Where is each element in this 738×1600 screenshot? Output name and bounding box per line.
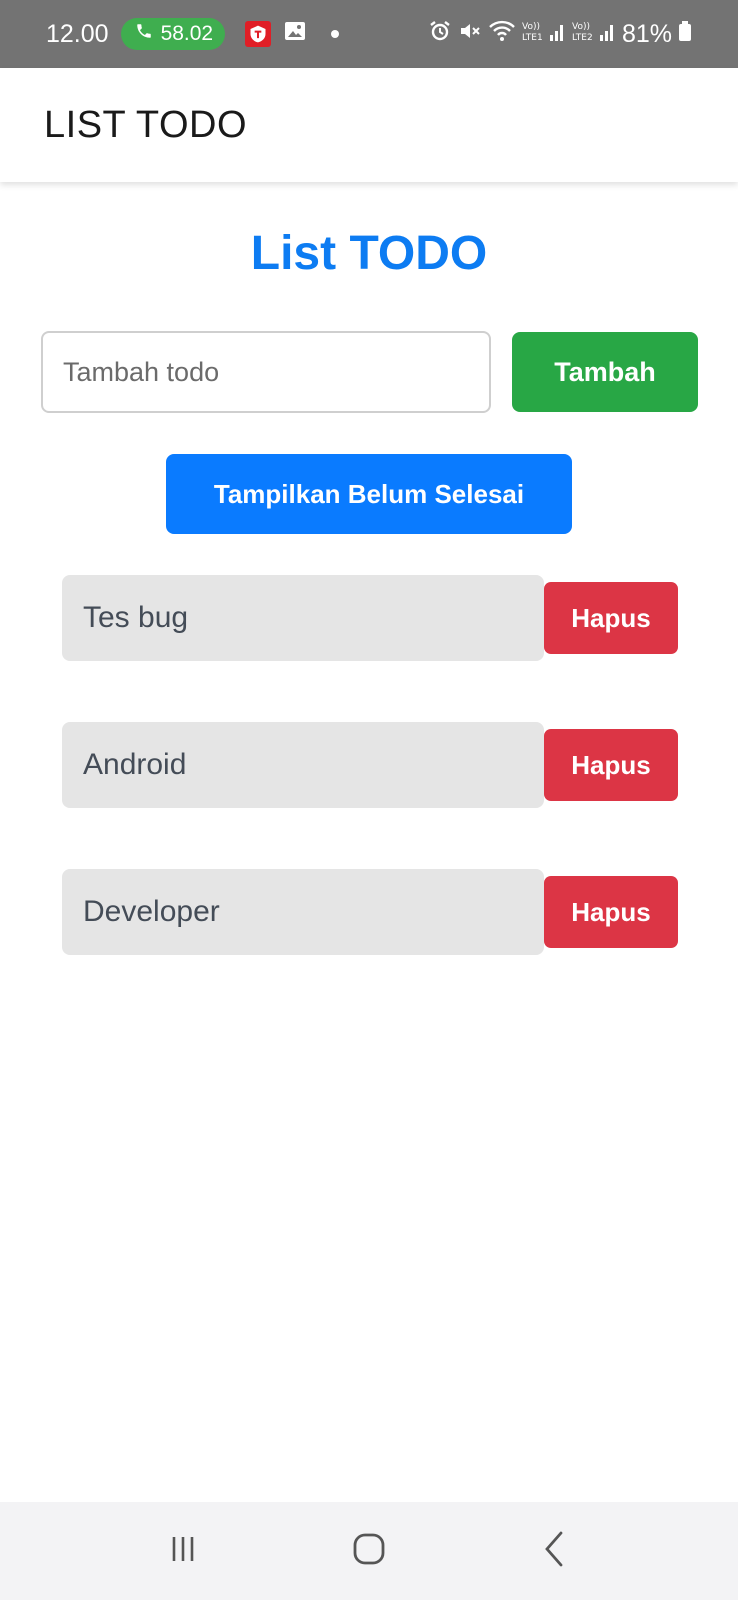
system-nav-bar <box>0 1502 738 1600</box>
status-left: 12.00 58.02 <box>46 18 340 50</box>
delete-button[interactable]: Hapus <box>544 876 678 948</box>
svg-text:Vo)): Vo)) <box>522 22 540 32</box>
home-icon[interactable] <box>349 1529 389 1574</box>
status-bar: 12.00 58.02 Vo)) LTE1 Vo)) LTE2 81% <box>0 0 738 68</box>
delete-button[interactable]: Hapus <box>544 729 678 801</box>
todo-row: Developer Hapus <box>62 869 682 955</box>
call-indicator[interactable]: 58.02 <box>120 18 226 50</box>
app-bar: LIST TODO <box>0 68 738 182</box>
svg-text:LTE1: LTE1 <box>522 33 543 43</box>
page-title: List TODO <box>250 227 488 280</box>
app-bar-title: LIST TODO <box>44 103 248 146</box>
recent-apps-icon[interactable] <box>163 1529 203 1574</box>
todo-list: Tes bug Hapus Android Hapus Developer Ha… <box>62 575 682 1016</box>
mute-icon <box>458 19 482 50</box>
status-time: 12.00 <box>46 19 109 48</box>
signal-icon: Vo)) LTE2 <box>572 19 616 50</box>
back-icon[interactable] <box>535 1529 575 1574</box>
wifi-icon <box>488 19 516 50</box>
todo-item[interactable]: Developer <box>62 869 544 955</box>
phone-icon <box>135 22 153 46</box>
todo-input[interactable] <box>41 331 491 413</box>
more-notifications-dot <box>331 30 340 38</box>
todo-row: Tes bug Hapus <box>62 575 682 661</box>
app-notification-icon <box>245 21 272 47</box>
todo-row: Android Hapus <box>62 722 682 808</box>
todo-item[interactable]: Android <box>62 722 544 808</box>
battery-icon <box>678 19 692 50</box>
status-right: Vo)) LTE1 Vo)) LTE2 81% <box>428 19 692 50</box>
show-incomplete-button[interactable]: Tampilkan Belum Selesai <box>166 454 572 534</box>
delete-button[interactable]: Hapus <box>544 582 678 654</box>
battery-level: 81% <box>621 19 672 48</box>
svg-text:Vo)): Vo)) <box>572 22 590 32</box>
signal-icon: Vo)) LTE1 <box>522 19 566 50</box>
add-button[interactable]: Tambah <box>512 332 698 412</box>
alarm-icon <box>428 19 452 50</box>
call-timer: 58.02 <box>160 22 214 45</box>
svg-text:LTE2: LTE2 <box>572 33 593 43</box>
todo-item[interactable]: Tes bug <box>62 575 544 661</box>
gallery-icon <box>279 19 307 50</box>
